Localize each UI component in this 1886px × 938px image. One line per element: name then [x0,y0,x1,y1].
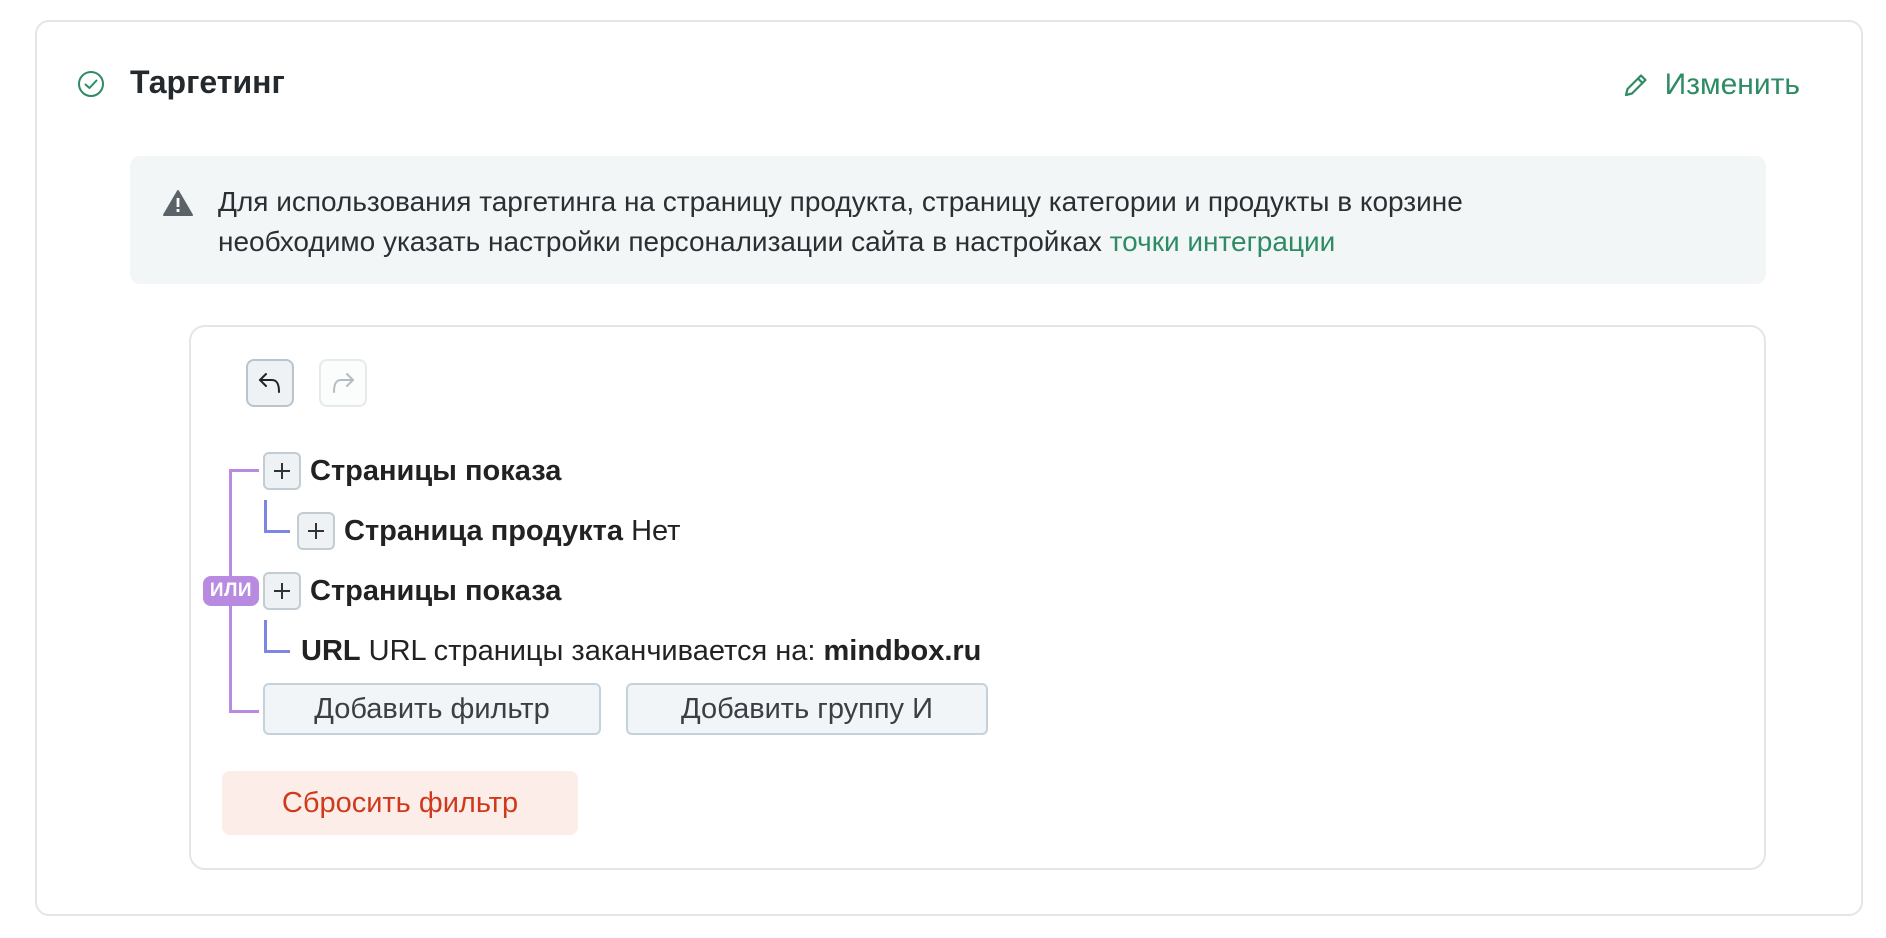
plus-icon [308,523,324,539]
pencil-icon [1624,74,1647,97]
or-connector-bottom [229,710,259,713]
condition-1[interactable]: Страница продукта Нет [344,512,680,550]
section-title: Таргетинг [130,64,285,100]
condition-1-value: Нет [631,515,681,547]
notice-text: Для использования таргетинга на страницу… [218,182,1726,262]
expand-group-2-button[interactable] [263,572,301,610]
group-1-child-connector-h [264,530,290,533]
reset-filter-button[interactable]: Сбросить фильтр [222,771,578,835]
condition-2-text: URL страницы заканчивается на: [368,635,816,667]
redo-button[interactable] [319,359,367,407]
check-circle-icon [78,71,104,97]
condition-1-name: Страница продукта [344,515,623,547]
integration-point-link[interactable]: точки интеграции [1110,226,1336,257]
edit-label: Изменить [1664,68,1800,101]
undo-icon [259,373,280,393]
group-1-child-connector-v [264,500,267,533]
group-2-child-connector-h [264,650,290,653]
group-1-title: Страницы показа [310,455,562,487]
add-filter-button[interactable]: Добавить фильтр [263,683,601,735]
or-connector-top [229,469,259,472]
or-operator-badge: ИЛИ [203,576,259,606]
group-2-title: Страницы показа [310,575,562,607]
redo-icon [333,373,354,393]
integration-notice: Для использования таргетинга на страницу… [130,156,1766,284]
condition-2-name: URL [301,635,361,667]
plus-icon [274,463,290,479]
undo-button[interactable] [246,359,294,407]
group-2-child-connector-v [264,620,267,653]
expand-condition-1-button[interactable] [297,512,335,550]
condition-2-value: mindbox.ru [823,635,982,667]
condition-2[interactable]: URL URL страницы заканчивается на: mindb… [301,632,981,670]
expand-group-1-button[interactable] [263,452,301,490]
warning-icon [163,190,193,216]
plus-icon [274,583,290,599]
add-and-group-button[interactable]: Добавить группу И [626,683,988,735]
edit-button[interactable]: Изменить [1621,66,1800,104]
notice-line-1: Для использования таргетинга на страницу… [218,186,1463,217]
notice-line-2: необходимо указать настройки персонализа… [218,226,1110,257]
